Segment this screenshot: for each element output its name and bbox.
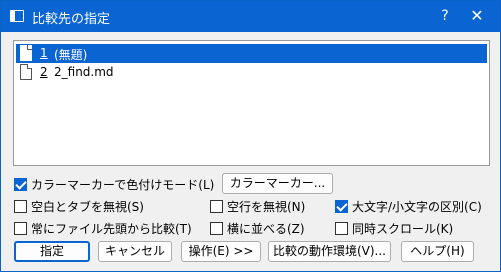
document-icon [20, 64, 32, 80]
operation-button[interactable]: 操作(E) >> [181, 241, 261, 262]
ignore-blank-lines-checkbox[interactable]: 空行を無視(N) [210, 198, 305, 215]
compare-target-dialog: 比較先の指定 ? ✕ 1 (無題) 2 2_find.md カラーマーカーで色付… [0, 0, 501, 272]
help-icon[interactable]: ? [435, 7, 455, 25]
list-item[interactable]: 2 2_find.md [16, 63, 487, 82]
app-window-icon [10, 10, 24, 22]
checkbox-unchecked-icon [335, 222, 348, 235]
ok-button[interactable]: 指定 [14, 241, 90, 262]
checkbox-unchecked-icon [14, 222, 27, 235]
list-item[interactable]: 1 (無題) [16, 44, 487, 63]
checkbox-checked-icon [335, 200, 348, 213]
color-marker-mode-checkbox[interactable]: カラーマーカーで色付けモード(L) [14, 176, 214, 193]
file-list[interactable]: 1 (無題) 2 2_find.md [13, 40, 490, 166]
sync-scroll-checkbox[interactable]: 同時スクロール(K) [335, 220, 453, 237]
document-icon [20, 45, 32, 61]
checkbox-label: 同時スクロール(K) [352, 222, 454, 236]
ignore-whitespace-checkbox[interactable]: 空白とタブを無視(S) [14, 198, 144, 215]
checkbox-unchecked-icon [210, 200, 223, 213]
file-number: 1 [40, 46, 48, 60]
checkbox-label: 常にファイル先頭から比較(T) [31, 222, 192, 236]
checkbox-label: 空行を無視(N) [227, 200, 306, 214]
checkbox-checked-icon [14, 178, 27, 191]
close-icon[interactable]: ✕ [467, 7, 487, 25]
checkbox-unchecked-icon [210, 222, 223, 235]
always-compare-top-checkbox[interactable]: 常にファイル先頭から比較(T) [14, 220, 192, 237]
side-by-side-checkbox[interactable]: 横に並べる(Z) [210, 220, 305, 237]
checkbox-label: 空白とタブを無視(S) [31, 200, 144, 214]
checkbox-label: カラーマーカーで色付けモード(L) [31, 178, 215, 192]
compare-settings-button[interactable]: 比較の動作環境(V)... [268, 241, 391, 262]
checkbox-label: 大文字/小文字の区別(C) [352, 200, 482, 214]
help-button[interactable]: ヘルプ(H) [401, 241, 474, 262]
file-name: (無題) [54, 48, 88, 62]
cancel-button[interactable]: キャンセル [98, 241, 172, 262]
file-number: 2 [40, 65, 48, 79]
file-name: 2_find.md [54, 65, 114, 79]
color-marker-button[interactable]: カラーマーカー... [222, 173, 333, 194]
title-bar[interactable]: 比較先の指定 ? ✕ [1, 1, 500, 32]
checkbox-label: 横に並べる(Z) [227, 222, 305, 236]
dialog-title: 比較先の指定 [32, 12, 111, 27]
case-sensitive-checkbox[interactable]: 大文字/小文字の区別(C) [335, 198, 482, 215]
checkbox-unchecked-icon [14, 200, 27, 213]
